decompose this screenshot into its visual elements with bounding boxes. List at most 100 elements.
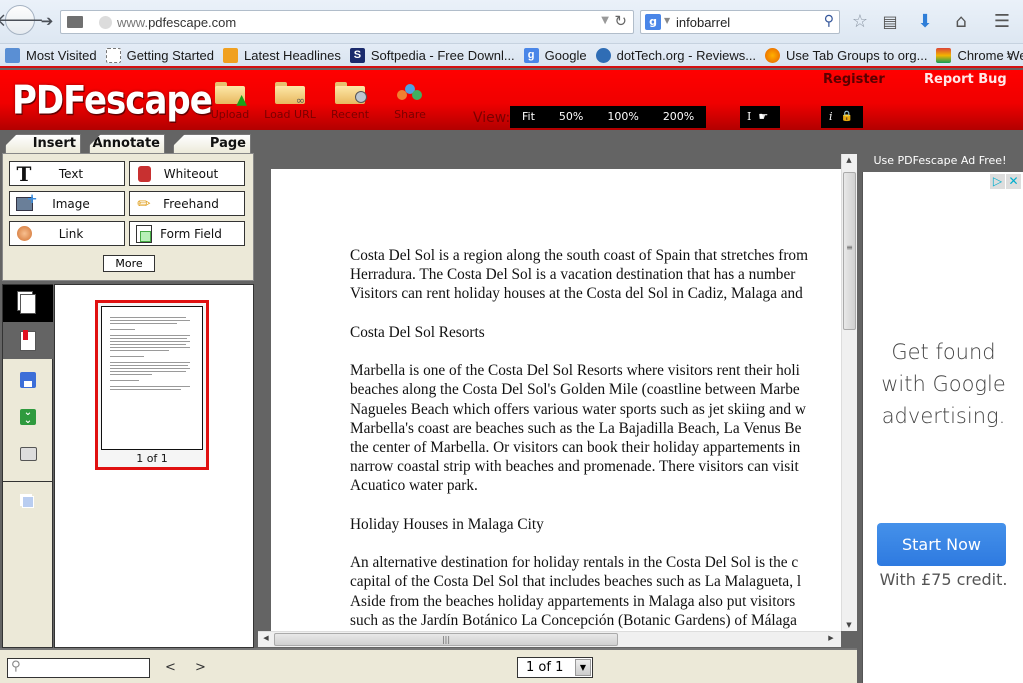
adchoices-play-icon[interactable]: ▷	[990, 174, 1005, 189]
scroll-left-arrow-icon[interactable]: ◀	[259, 634, 273, 642]
whiteout-label: Whiteout	[163, 166, 219, 181]
print-button[interactable]	[3, 435, 53, 472]
bookmark-dottech[interactable]: dotTech.org - Reviews...	[595, 47, 756, 63]
globe-icon	[99, 16, 112, 29]
thumbnail-page-preview	[101, 306, 203, 450]
bookmarks-menu-icon[interactable]: ▤	[878, 9, 902, 33]
text-select-cursor-icon[interactable]: I	[740, 106, 755, 128]
back-button[interactable]: 🡐	[0, 5, 44, 35]
bookmarks-toolbar: Most Visited Getting Started Latest Head…	[0, 44, 1023, 68]
horizontal-scroll-thumb[interactable]: |||	[274, 633, 618, 646]
search-engine-caret-icon[interactable]: ▼	[664, 16, 670, 25]
pdf-text-line: Visitors can rent holiday houses at the …	[350, 285, 803, 303]
pdfescape-logo[interactable]: PDFescape	[12, 78, 213, 124]
google-search-engine-icon[interactable]: g	[645, 14, 661, 30]
bookmark-getting-started[interactable]: Getting Started	[105, 47, 214, 63]
info-icon[interactable]: i	[821, 106, 839, 128]
magnifier-icon[interactable]: ⚲	[824, 13, 834, 29]
layers-button[interactable]	[3, 483, 53, 520]
pdf-page[interactable]: Costa Del Sol is a region along the sout…	[271, 169, 841, 631]
save-download-button[interactable]: ⌄ ⌄	[3, 398, 53, 435]
vertical-scrollbar[interactable]: ▲ ≡ ▼	[841, 154, 857, 631]
page-thumbnails-button[interactable]	[3, 285, 53, 322]
pdf-text-line: Holiday Houses in Malaga City	[350, 515, 544, 533]
zoom-fit-button[interactable]: Fit	[510, 106, 547, 128]
reload-icon[interactable]: ↻	[614, 12, 627, 30]
bookmark-softpedia[interactable]: S Softpedia - Free Downl...	[349, 47, 515, 63]
vertical-scroll-thumb[interactable]: ≡	[843, 172, 856, 330]
upload-button[interactable]: ▲ Upload	[200, 82, 260, 121]
ad-start-now-button[interactable]: Start Now	[877, 523, 1006, 566]
forward-button[interactable]: ➔	[36, 11, 58, 31]
horizontal-scrollbar[interactable]: ◀ ||| ▶	[258, 631, 841, 647]
ad-choices[interactable]: ▷ ✕	[989, 174, 1021, 189]
zoom-100-button[interactable]: 100%	[595, 106, 650, 128]
search-bar[interactable]: g ▼ infobarrel ⚲	[640, 10, 840, 34]
load-url-button[interactable]: ∞ Load URL	[260, 82, 320, 121]
bottom-toolbar: ⚲ < > 1 of 1 ▼	[0, 648, 857, 683]
tab-page[interactable]: Page	[173, 134, 251, 154]
zoom-50-button[interactable]: 50%	[547, 106, 595, 128]
lock-icon[interactable]: 🔒	[839, 106, 855, 128]
chevron-down-icon[interactable]: ▼	[575, 659, 591, 676]
insert-link-button[interactable]: Link	[9, 221, 125, 246]
recent-label: Recent	[330, 108, 370, 121]
url-history-dropdown-icon[interactable]: ▼	[601, 15, 609, 26]
pdf-text-line: Aside from the beaches holiday apparteme…	[350, 592, 796, 610]
page-thumbnail[interactable]: 1 of 1	[95, 300, 209, 470]
bookmark-star-icon[interactable]: ☆	[848, 9, 872, 33]
report-bug-link[interactable]: Report Bug	[924, 72, 1007, 87]
whiteout-button[interactable]: Whiteout	[129, 161, 245, 186]
document-search-input[interactable]: ⚲	[7, 658, 150, 678]
zoom-200-button[interactable]: 200%	[651, 106, 706, 128]
pdf-text-line: narrow coastal strip with beaches and pr…	[350, 458, 799, 476]
link-globe-icon	[12, 223, 36, 245]
scroll-right-arrow-icon[interactable]: ▶	[824, 634, 838, 642]
insert-text-button[interactable]: T Text	[9, 161, 125, 186]
bookmark-google[interactable]: g Google	[523, 47, 587, 63]
browser-nav-bar: 🡐 ➔ www.pdfescape.com ▼ ↻ g ▼ infobarrel…	[0, 0, 1023, 44]
bookmark-label: Chrome Web Store - P...	[957, 47, 1023, 63]
link-label: Link	[58, 226, 84, 241]
freehand-button[interactable]: ✏ Freehand	[129, 191, 245, 216]
ad-headline: Get found with Google advertising.	[863, 336, 1023, 432]
page-select-dropdown[interactable]: 1 of 1 ▼	[517, 657, 593, 678]
bookmark-tab-groups[interactable]: Use Tab Groups to org...	[765, 47, 927, 63]
scroll-down-arrow-icon[interactable]: ▼	[842, 621, 856, 629]
app-header: PDFescape ▲ Upload ∞ Load URL Recent Sha…	[0, 70, 1023, 130]
hand-pan-icon[interactable]: ☛	[755, 106, 771, 128]
home-icon[interactable]: ⌂	[949, 9, 973, 33]
url-text[interactable]: www.pdfescape.com	[117, 15, 236, 30]
insert-tools-panel: T Text Whiteout + Image ✏ Freehand Link …	[2, 153, 254, 281]
more-tools-button[interactable]: More	[103, 255, 155, 272]
thumbnail-pane: 1 of 1	[54, 284, 254, 648]
recent-button[interactable]: Recent	[320, 82, 380, 121]
close-ad-icon[interactable]: ✕	[1006, 174, 1021, 189]
previous-match-button[interactable]: <	[165, 660, 176, 675]
register-link[interactable]: Register	[823, 72, 885, 87]
advertisement[interactable]: ▷ ✕ Get found with Google advertising. S…	[862, 172, 1023, 683]
hamburger-menu-icon[interactable]: ☰	[990, 9, 1014, 33]
bookmarks-overflow-button[interactable]: »	[1006, 48, 1013, 62]
bookmark-page-icon	[20, 329, 36, 351]
scroll-up-arrow-icon[interactable]: ▲	[842, 156, 856, 164]
link-folder-icon: ∞	[275, 82, 305, 107]
save-button[interactable]	[3, 361, 53, 398]
download-arrow-icon[interactable]: ⬇	[913, 9, 937, 33]
url-bar[interactable]: www.pdfescape.com ▼ ↻	[60, 10, 634, 34]
tab-groups-icon[interactable]	[67, 16, 83, 28]
search-query[interactable]: infobarrel	[676, 15, 730, 30]
pdf-paragraph: Costa Del Sol is a region along the sout…	[350, 246, 841, 304]
bookmark-most-visited[interactable]: Most Visited	[5, 47, 97, 63]
form-field-button[interactable]: Form Field	[129, 221, 245, 246]
tab-annotate[interactable]: Annotate	[89, 134, 165, 154]
next-match-button[interactable]: >	[195, 660, 206, 675]
ad-free-link[interactable]: Use PDFescape Ad Free!	[857, 150, 1023, 172]
bookmark-latest-headlines[interactable]: Latest Headlines	[223, 47, 341, 63]
bookmarks-panel-button[interactable]	[3, 322, 53, 359]
pdf-text-line: Acuatico water park.	[350, 477, 478, 495]
insert-image-button[interactable]: + Image	[9, 191, 125, 216]
tab-insert[interactable]: Insert	[5, 134, 81, 154]
url-domain: pdfescape.com	[148, 15, 237, 30]
share-button[interactable]: Share	[380, 82, 440, 121]
